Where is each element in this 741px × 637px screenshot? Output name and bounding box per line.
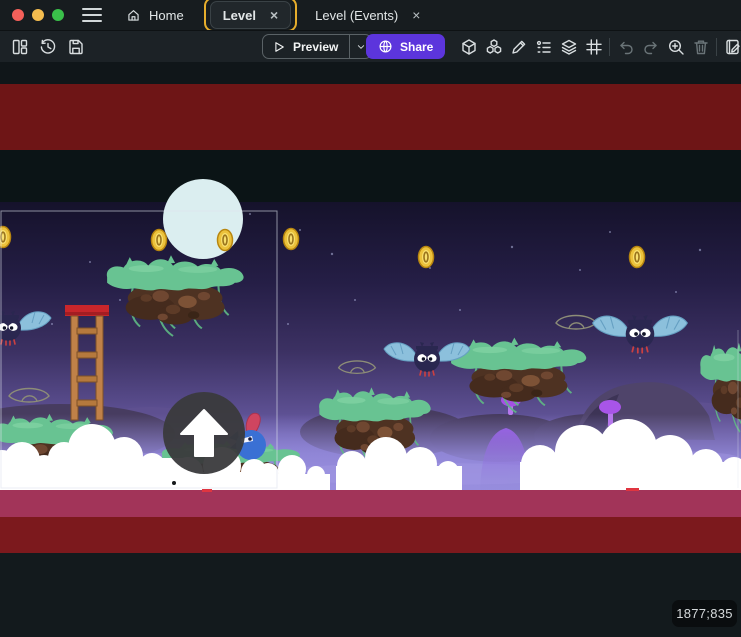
small-dot	[172, 481, 176, 485]
edit-scene-icon[interactable]	[720, 35, 741, 59]
close-tab-icon[interactable]: ×	[412, 8, 420, 22]
editor-background-bottom	[0, 553, 741, 637]
minimize-window-button[interactable]	[32, 9, 44, 21]
red-dash	[626, 488, 639, 491]
toolbar-left-group	[8, 31, 88, 62]
edit-properties-icon[interactable]	[506, 35, 531, 59]
share-button[interactable]: Share	[366, 34, 445, 59]
toolbar-right-group	[456, 31, 741, 62]
tab-level[interactable]: Level ×	[210, 1, 291, 29]
toolbar: Preview Share	[0, 30, 741, 62]
red-dash	[202, 489, 212, 492]
tab-bar: Home Level × Level (Events) ×	[114, 0, 432, 30]
top-red-band[interactable]	[0, 84, 741, 150]
tab-level-events[interactable]: Level (Events) ×	[303, 2, 432, 28]
project-panels-icon[interactable]	[8, 35, 32, 59]
close-tab-icon[interactable]: ×	[270, 8, 278, 22]
coin-sprite[interactable]	[0, 227, 11, 248]
objects-3d-icon[interactable]	[456, 35, 481, 59]
tab-home[interactable]: Home	[114, 2, 196, 28]
home-icon	[126, 8, 141, 23]
zoom-window-button[interactable]	[52, 9, 64, 21]
toolbar-divider	[716, 38, 717, 56]
tab-label: Level (Events)	[315, 8, 398, 23]
menu-icon[interactable]	[82, 8, 102, 22]
object-groups-icon[interactable]	[481, 35, 506, 59]
cursor-coordinates-badge: 1877;835	[672, 600, 737, 627]
scene-canvas[interactable]	[0, 62, 741, 637]
editor-background-top	[0, 62, 741, 84]
instances-list-icon[interactable]	[531, 35, 556, 59]
save-icon[interactable]	[64, 35, 88, 59]
trash-icon[interactable]	[688, 35, 713, 59]
traffic-lights	[12, 9, 64, 21]
titlebar: Home Level × Level (Events) ×	[0, 0, 741, 30]
redo-icon[interactable]	[638, 35, 663, 59]
zoom-in-icon[interactable]	[663, 35, 688, 59]
preview-button[interactable]: Preview	[263, 35, 349, 58]
play-icon	[272, 40, 286, 54]
globe-icon	[378, 39, 393, 54]
touch-arrow-control[interactable]	[163, 392, 245, 474]
close-window-button[interactable]	[12, 9, 24, 21]
toolbar-divider	[609, 38, 610, 56]
lower-red-band[interactable]	[0, 517, 741, 553]
tab-label: Level	[223, 8, 256, 23]
undo-icon[interactable]	[613, 35, 638, 59]
layers-icon[interactable]	[556, 35, 581, 59]
scene-editor-viewport: 1877;835	[0, 62, 741, 637]
app-window: Home Level × Level (Events) ×	[0, 0, 741, 637]
preview-button-group: Preview	[262, 34, 372, 59]
coin-sprite[interactable]	[630, 247, 645, 268]
ground-band[interactable]	[0, 490, 741, 517]
grid-icon[interactable]	[581, 35, 606, 59]
coin-sprite[interactable]	[218, 230, 233, 251]
share-label: Share	[400, 40, 433, 54]
preview-label: Preview	[293, 40, 338, 54]
history-icon[interactable]	[36, 35, 60, 59]
coin-sprite[interactable]	[152, 230, 167, 251]
coin-sprite[interactable]	[419, 247, 434, 268]
dark-band	[0, 150, 741, 202]
tab-label: Home	[149, 8, 184, 23]
coin-sprite[interactable]	[284, 229, 299, 250]
